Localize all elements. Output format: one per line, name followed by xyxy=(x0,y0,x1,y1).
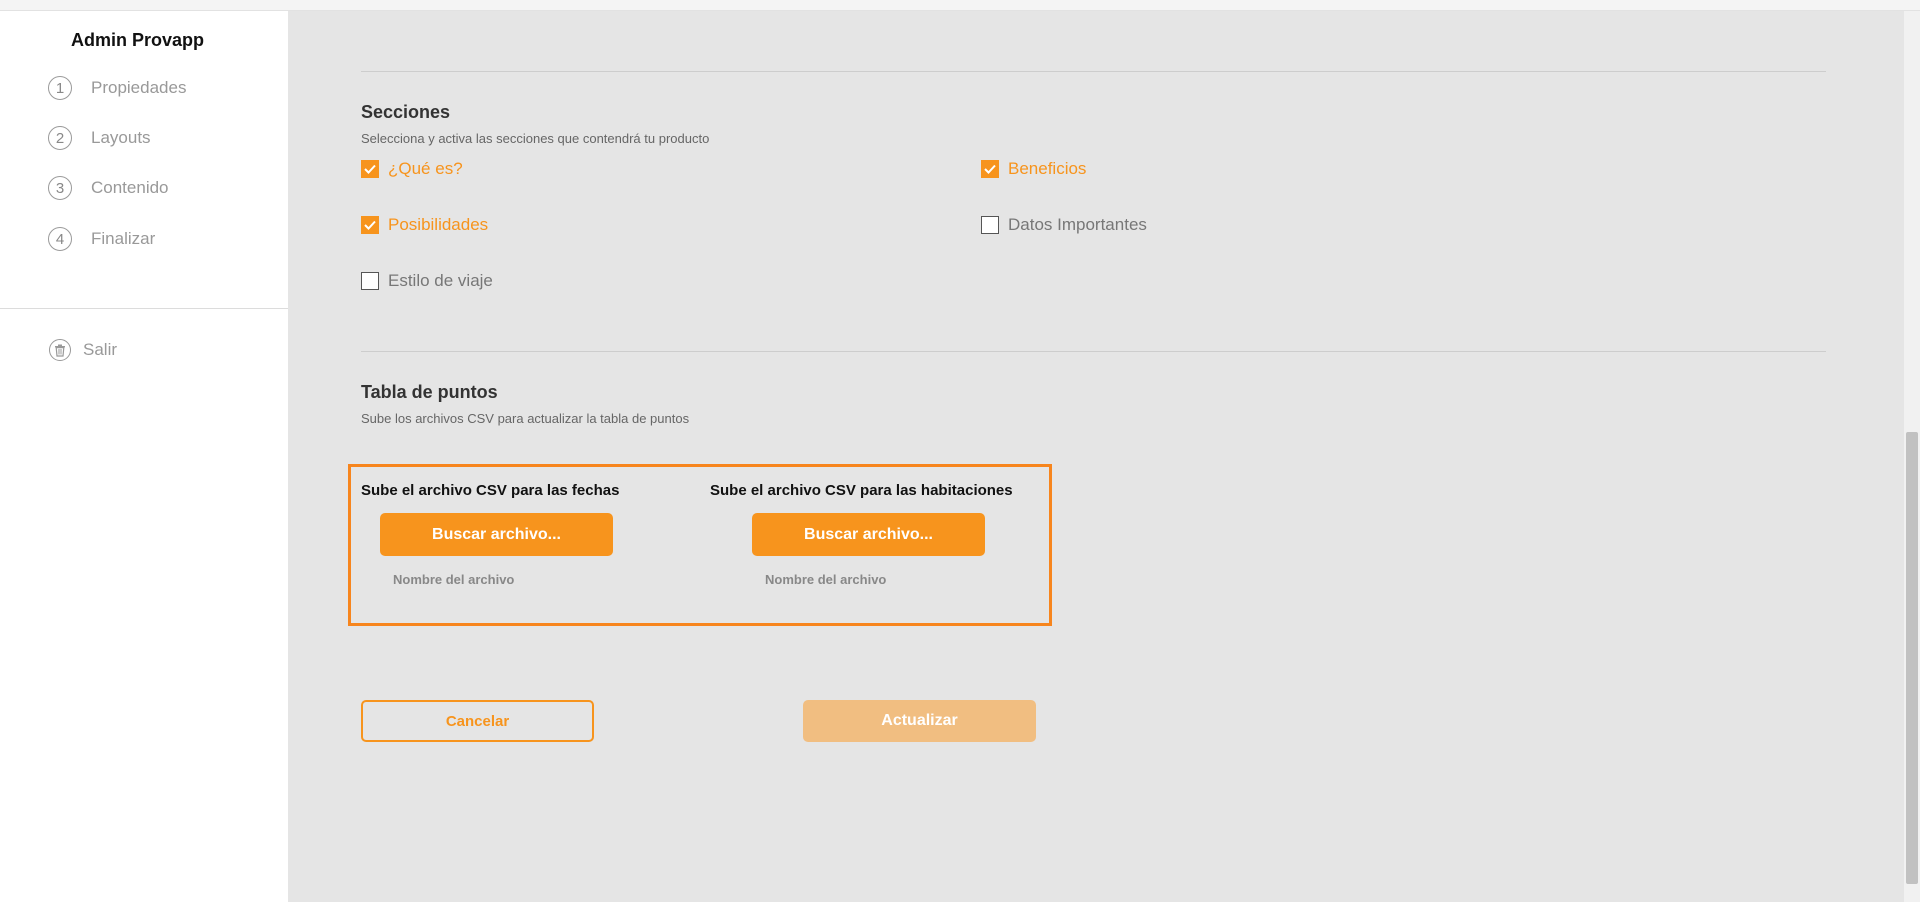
checkbox-box[interactable] xyxy=(361,160,379,178)
update-button[interactable]: Actualizar xyxy=(803,700,1036,742)
check-icon xyxy=(364,220,376,230)
cancel-button[interactable]: Cancelar xyxy=(361,700,594,742)
sidebar-item-propiedades[interactable]: 1 Propiedades xyxy=(48,76,186,100)
checkbox-estilo-de-viaje[interactable]: Estilo de viaje xyxy=(361,271,493,291)
checkbox-box[interactable] xyxy=(361,216,379,234)
sidebar-item-label: Layouts xyxy=(91,128,151,147)
upload-title: Sube el archivo CSV para las habitacione… xyxy=(710,482,1013,499)
upload-title: Sube el archivo CSV para las fechas xyxy=(361,482,620,499)
sidebar-item-layouts[interactable]: 2 Layouts xyxy=(48,126,151,150)
upload-rooms-title: Sube el archivo CSV para las habitacione… xyxy=(710,482,1013,500)
check-icon xyxy=(984,164,996,174)
sidebar-item-label: Contenido xyxy=(91,178,169,197)
checkbox-box[interactable] xyxy=(981,216,999,234)
browser-top-strip xyxy=(0,0,1920,11)
checkbox-label: Datos Importantes xyxy=(1008,215,1147,234)
checkbox-que-es[interactable]: ¿Qué es? xyxy=(361,159,463,179)
checkbox-label: Estilo de viaje xyxy=(388,271,493,290)
checkbox-posibilidades[interactable]: Posibilidades xyxy=(361,215,488,235)
dates-filename-label: Nombre del archivo xyxy=(393,572,515,587)
step-number-2-icon: 2 xyxy=(48,126,72,150)
upload-dates-title: Sube el archivo CSV para las fechas xyxy=(361,482,619,500)
checkbox-box[interactable] xyxy=(361,272,379,290)
checkbox-box[interactable] xyxy=(981,160,999,178)
scrollbar-thumb[interactable] xyxy=(1906,432,1918,884)
checkbox-label: Posibilidades xyxy=(388,215,489,234)
checkbox-label: Beneficios xyxy=(1008,159,1087,178)
sidebar-item-contenido[interactable]: 3 Contenido xyxy=(48,176,169,200)
sidebar-divider xyxy=(0,308,288,309)
checkbox-beneficios[interactable]: Beneficios xyxy=(981,159,1086,179)
sidebar: Admin Provapp 1 Propiedades 2 Layouts 3 … xyxy=(0,11,288,902)
trash-icon xyxy=(49,339,71,361)
section-divider xyxy=(361,351,1826,352)
sections-subtitle: Selecciona y activa las secciones que co… xyxy=(361,131,710,146)
step-number-4-icon: 4 xyxy=(48,227,72,251)
sections-title: Secciones xyxy=(361,102,451,122)
app-brand: Admin Provapp xyxy=(71,30,205,50)
logout-button[interactable]: Salir xyxy=(49,339,117,361)
sidebar-item-label: Finalizar xyxy=(91,229,156,248)
rooms-filename-label: Nombre del archivo xyxy=(765,572,887,587)
section-divider xyxy=(361,71,1826,72)
main-panel: Secciones Selecciona y activa las seccio… xyxy=(288,11,1904,902)
check-icon xyxy=(364,164,376,174)
sidebar-item-finalizar[interactable]: 4 Finalizar xyxy=(48,227,155,251)
points-table-title: Tabla de puntos xyxy=(361,382,498,402)
logout-label: Salir xyxy=(83,340,118,359)
step-number-3-icon: 3 xyxy=(48,176,72,200)
browse-dates-file-button[interactable]: Buscar archivo... xyxy=(380,513,613,556)
browse-rooms-file-button[interactable]: Buscar archivo... xyxy=(752,513,985,556)
sidebar-item-label: Propiedades xyxy=(91,78,187,97)
step-number-1-icon: 1 xyxy=(48,76,72,100)
points-table-subtitle: Sube los archivos CSV para actualizar la… xyxy=(361,411,690,426)
csv-upload-area: Sube el archivo CSV para las fechas Busc… xyxy=(348,464,1052,626)
checkbox-datos-importantes[interactable]: Datos Importantes xyxy=(981,215,1147,235)
checkbox-label: ¿Qué es? xyxy=(388,159,463,178)
